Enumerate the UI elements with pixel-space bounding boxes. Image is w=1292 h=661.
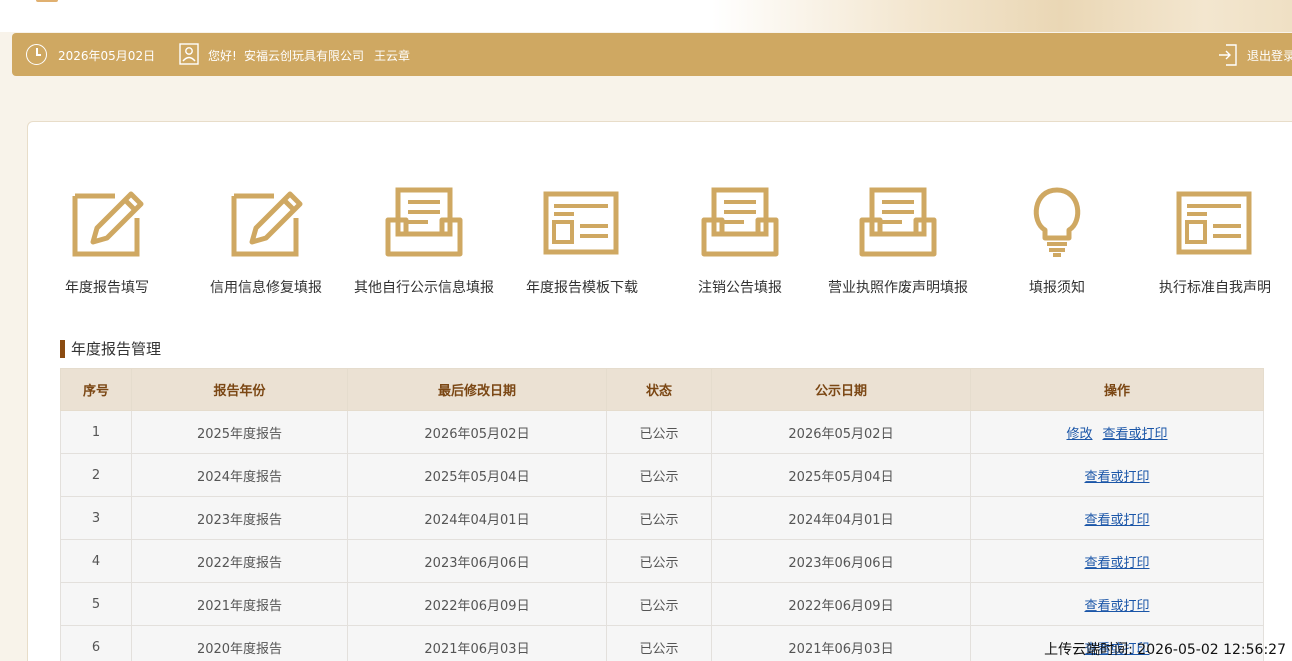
tile-standard-self-declaration[interactable]: 执行标准自我声明 xyxy=(1135,184,1292,296)
greeting-text: 您好! xyxy=(208,49,237,63)
cell-published: 2021年06月03日 xyxy=(711,625,971,661)
cell-published: 2023年06月06日 xyxy=(711,539,971,583)
cell-year: 2022年度报告 xyxy=(131,539,348,583)
cell-actions: 修改 查看或打印 xyxy=(970,410,1264,454)
tile-label: 其他自行公示信息填报 xyxy=(354,280,494,296)
cell-status: 已公示 xyxy=(606,625,712,661)
user-name: 王云章 xyxy=(374,49,411,63)
inbox-tray-icon xyxy=(701,187,779,257)
tile-template-download[interactable]: 年度报告模板下载 xyxy=(502,184,662,296)
cell-status: 已公示 xyxy=(606,582,712,626)
tile-credit-repair[interactable]: 信用信息修复填报 xyxy=(186,184,346,296)
table-row: 4 2022年度报告 2023年06月06日 已公示 2023年06月06日 查… xyxy=(60,539,1264,583)
edit-link[interactable]: 修改 xyxy=(1066,427,1092,442)
cell-no: 4 xyxy=(60,539,132,583)
cell-status: 已公示 xyxy=(606,410,712,454)
tile-other-disclosure[interactable]: 其他自行公示信息填报 xyxy=(344,184,504,296)
cell-actions: 查看或打印 xyxy=(970,496,1264,540)
cell-status: 已公示 xyxy=(606,496,712,540)
table-row: 1 2025年度报告 2026年05月02日 已公示 2026年05月02日 修… xyxy=(60,410,1264,454)
template-document-icon xyxy=(1176,191,1252,255)
cell-published: 2022年06月09日 xyxy=(711,582,971,626)
cell-no: 6 xyxy=(60,625,132,661)
tile-label: 填报须知 xyxy=(1029,280,1085,296)
col-header-year: 报告年份 xyxy=(131,368,348,411)
top-bar: 2026年05月02日 您好! 安福云创玩具有限公司 王云章 退出登录 xyxy=(12,33,1292,76)
view-print-link[interactable]: 查看或打印 xyxy=(1103,427,1168,442)
inbox-tray-icon xyxy=(859,187,937,257)
upload-timestamp-overlay: 上传云端时间: 2026-05-02 12:56:27 xyxy=(1044,642,1286,658)
section-title: 年度报告管理 xyxy=(60,340,161,358)
cell-modified: 2025年05月04日 xyxy=(347,453,607,497)
tile-label: 执行标准自我声明 xyxy=(1159,280,1271,296)
cell-year: 2025年度报告 xyxy=(131,410,348,454)
tile-label: 年度报告模板下载 xyxy=(526,280,638,296)
cell-no: 2 xyxy=(60,453,132,497)
tile-license-void-statement[interactable]: 营业执照作废声明填报 xyxy=(818,184,978,296)
current-date: 2026年05月02日 xyxy=(58,49,156,63)
cell-published: 2024年04月01日 xyxy=(711,496,971,540)
cell-status: 已公示 xyxy=(606,453,712,497)
template-document-icon xyxy=(543,191,619,255)
tile-label: 年度报告填写 xyxy=(65,280,149,296)
table-header-row: 序号 报告年份 最后修改日期 状态 公示日期 操作 xyxy=(60,368,1264,411)
user-badge-icon xyxy=(179,43,199,68)
col-header-published: 公示日期 xyxy=(711,368,971,411)
table-row: 2 2024年度报告 2025年05月04日 已公示 2025年05月04日 查… xyxy=(60,453,1264,497)
tile-label: 注销公告填报 xyxy=(698,280,782,296)
annual-report-table: 序号 报告年份 最后修改日期 状态 公示日期 操作 1 2025年度报告 202… xyxy=(60,368,1264,661)
view-print-link[interactable]: 查看或打印 xyxy=(1084,513,1149,528)
tile-label: 信用信息修复填报 xyxy=(210,280,322,296)
view-print-link[interactable]: 查看或打印 xyxy=(1084,556,1149,571)
pencil-edit-icon xyxy=(231,191,303,257)
cell-year: 2024年度报告 xyxy=(131,453,348,497)
cell-no: 5 xyxy=(60,582,132,626)
cell-year: 2023年度报告 xyxy=(131,496,348,540)
view-print-link[interactable]: 查看或打印 xyxy=(1084,599,1149,614)
cell-modified: 2022年06月09日 xyxy=(347,582,607,626)
col-header-no: 序号 xyxy=(60,368,132,411)
view-print-link[interactable]: 查看或打印 xyxy=(1084,470,1149,485)
cell-actions: 查看或打印 xyxy=(970,539,1264,583)
cell-modified: 2024年04月01日 xyxy=(347,496,607,540)
tile-label: 营业执照作废声明填报 xyxy=(828,280,968,296)
cell-published: 2026年05月02日 xyxy=(711,410,971,454)
cell-year: 2020年度报告 xyxy=(131,625,348,661)
company-name: 安福云创玩具有限公司 xyxy=(244,49,365,63)
banner-logo xyxy=(36,0,58,2)
top-banner xyxy=(0,0,1292,32)
tile-cancellation-notice[interactable]: 注销公告填报 xyxy=(660,184,820,296)
tile-filing-notes[interactable]: 填报须知 xyxy=(977,184,1137,296)
banner-artwork xyxy=(712,0,1292,32)
tile-annual-report-fill[interactable]: 年度报告填写 xyxy=(27,184,187,296)
cell-modified: 2021年06月03日 xyxy=(347,625,607,661)
cell-published: 2025年05月04日 xyxy=(711,453,971,497)
cell-modified: 2023年06月06日 xyxy=(347,539,607,583)
lightbulb-icon xyxy=(1033,187,1081,257)
cell-no: 3 xyxy=(60,496,132,540)
pencil-edit-icon xyxy=(72,191,144,257)
logout-button[interactable]: 退出登录 xyxy=(1247,47,1292,64)
cell-modified: 2026年05月02日 xyxy=(347,410,607,454)
logout-icon[interactable] xyxy=(1218,44,1238,69)
inbox-tray-icon xyxy=(385,187,463,257)
cell-status: 已公示 xyxy=(606,539,712,583)
col-header-actions: 操作 xyxy=(970,368,1264,411)
cell-actions: 查看或打印 xyxy=(970,582,1264,626)
cell-actions: 查看或打印 xyxy=(970,453,1264,497)
col-header-status: 状态 xyxy=(606,368,712,411)
cell-no: 1 xyxy=(60,410,132,454)
col-header-modified: 最后修改日期 xyxy=(347,368,607,411)
cell-year: 2021年度报告 xyxy=(131,582,348,626)
table-row: 5 2021年度报告 2022年06月09日 已公示 2022年06月09日 查… xyxy=(60,582,1264,626)
table-row: 3 2023年度报告 2024年04月01日 已公示 2024年04月01日 查… xyxy=(60,496,1264,540)
clock-icon xyxy=(26,44,47,65)
